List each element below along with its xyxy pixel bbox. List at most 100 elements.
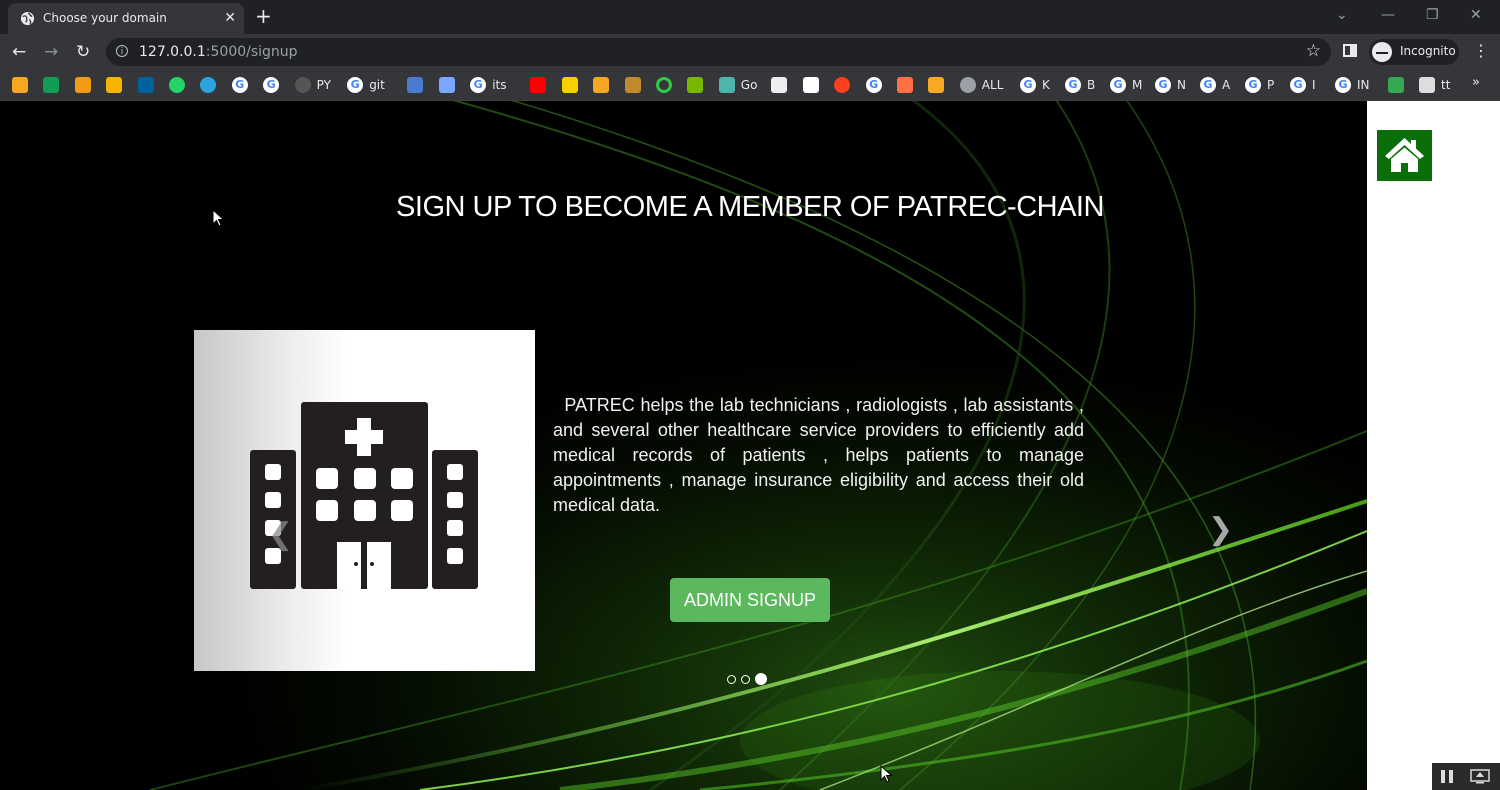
incognito-indicator[interactable]: Incognito [1369, 39, 1459, 65]
bookmark-item[interactable]: IN [1335, 76, 1370, 94]
screen-share-icon[interactable] [1470, 769, 1490, 784]
bookmark-item[interactable] [169, 76, 185, 94]
bookmark-item[interactable] [687, 76, 704, 94]
bookmark-label: A [1222, 78, 1231, 92]
reload-icon[interactable]: ↻ [76, 42, 90, 62]
bookmark-item[interactable] [263, 76, 280, 94]
bookmark-star-icon[interactable]: ☆ [1306, 41, 1321, 61]
new-tab-button[interactable]: + [255, 5, 272, 27]
speaker-icon [1387, 77, 1404, 93]
hospital-illustration [194, 330, 535, 671]
media-controls [1432, 763, 1500, 790]
calendar-icon [407, 77, 424, 93]
bookmark-item[interactable]: M [1110, 76, 1142, 94]
carousel-indicators [727, 673, 767, 685]
carousel-indicator-dot[interactable] [727, 674, 736, 684]
back-arrow-icon[interactable]: ← [12, 42, 26, 62]
monitor-icon [1419, 77, 1435, 93]
hospital-icon [250, 402, 478, 589]
tab-close-icon[interactable]: ✕ [224, 9, 236, 27]
bookmark-item[interactable]: A [1200, 76, 1230, 94]
bookmark-label: git [369, 78, 385, 92]
bookmark-item[interactable] [12, 76, 28, 94]
google-icon [470, 77, 487, 93]
flag-icon [771, 77, 788, 93]
github-icon [294, 77, 311, 93]
bookmark-item[interactable]: tt [1419, 76, 1450, 94]
bookmark-item[interactable]: PY [294, 76, 331, 94]
google-icon [263, 77, 280, 93]
car-icon [438, 77, 455, 93]
bookmark-label: Go [740, 78, 758, 92]
bookmark-item[interactable]: B [1065, 76, 1095, 94]
bookmark-item[interactable]: its [470, 76, 506, 94]
bookmark-label: ALL [981, 78, 1004, 92]
side-panel-icon[interactable] [1343, 44, 1357, 57]
bookmark-item[interactable]: K [1020, 76, 1050, 94]
bookmark-item[interactable] [106, 76, 123, 94]
forward-arrow-icon[interactable]: → [44, 42, 58, 62]
bookmark-item[interactable] [834, 76, 851, 94]
close-window-icon[interactable]: ✕ [1470, 6, 1482, 24]
admin-signup-button[interactable]: ADMIN SIGNUP [670, 578, 830, 622]
carousel-indicator-dot[interactable] [755, 673, 767, 685]
bookmark-item[interactable] [624, 76, 641, 94]
browser-tab-active[interactable]: Choose your domain ✕ [8, 3, 244, 34]
bookmark-item[interactable] [771, 76, 788, 94]
incognito-icon [1372, 42, 1392, 62]
bookmark-item[interactable] [865, 76, 882, 94]
url-text[interactable]: 127.0.0.1:5000/signup [139, 44, 298, 60]
bookmark-item[interactable]: P [1245, 76, 1274, 94]
shield-icon [624, 77, 641, 93]
pause-icon[interactable] [1440, 769, 1454, 784]
incognito-label: Incognito [1400, 44, 1456, 58]
home-button[interactable] [1377, 130, 1432, 181]
google-icon [1155, 77, 1171, 93]
bookmark-item[interactable] [593, 76, 610, 94]
tab-search-icon[interactable]: ⌄ [1336, 6, 1348, 24]
bookmark-item[interactable] [137, 76, 154, 94]
bookmark-label: PY [316, 78, 331, 92]
bookmark-item[interactable]: git [347, 76, 385, 94]
minimize-icon[interactable]: — [1381, 6, 1395, 24]
bookmark-label: M [1132, 78, 1143, 92]
cl-icon [802, 77, 819, 93]
more-bookmarks-icon[interactable]: » [1472, 75, 1480, 90]
browser-menu-icon[interactable]: ⋮ [1473, 41, 1489, 60]
carousel-next-chevron-icon[interactable]: ❯ [1208, 512, 1233, 547]
restore-icon[interactable]: ❐ [1426, 6, 1439, 24]
patrec-description: PATREC helps the lab technicians , radio… [553, 395, 1084, 515]
bookmark-item[interactable] [802, 76, 819, 94]
bookmark-item[interactable]: I [1290, 76, 1316, 94]
google-icon [231, 77, 248, 93]
bookmark-item[interactable] [656, 76, 672, 94]
google-icon [1335, 77, 1351, 93]
bookmark-item[interactable] [407, 76, 424, 94]
bookmark-label: K [1042, 78, 1050, 92]
camera-icon [593, 77, 610, 93]
bookmark-item[interactable] [200, 76, 217, 94]
browser-toolbar: ← → ↻ i 127.0.0.1:5000/signup ☆ Incognit… [0, 34, 1500, 70]
carousel-prev-chevron-icon[interactable]: ❮ [268, 517, 293, 552]
telegram-icon [200, 77, 217, 93]
site-info-icon[interactable]: i [116, 45, 128, 57]
mouse-cursor-icon [212, 209, 225, 227]
bookmark-item[interactable]: Go [718, 76, 758, 94]
bookmark-item[interactable]: ALL [959, 76, 1004, 94]
address-bar[interactable]: i 127.0.0.1:5000/signup ☆ [106, 38, 1331, 66]
bookmark-item[interactable] [231, 76, 248, 94]
carousel-indicator-dot[interactable] [741, 674, 750, 684]
bookmark-item[interactable] [561, 76, 578, 94]
bookmark-item[interactable] [928, 76, 945, 94]
bookmark-item[interactable] [897, 76, 913, 94]
bookmark-item[interactable] [74, 76, 91, 94]
bookmark-label: B [1087, 78, 1096, 92]
bookmark-item[interactable] [438, 76, 455, 94]
youtube-icon [530, 77, 547, 93]
bookmark-item[interactable] [530, 76, 547, 94]
bookmark-item[interactable] [1387, 76, 1404, 94]
bookmark-item[interactable]: N [1155, 76, 1186, 94]
google-icon [347, 77, 364, 93]
bookmark-item[interactable] [43, 76, 60, 94]
mouse-cursor-icon [880, 765, 893, 783]
